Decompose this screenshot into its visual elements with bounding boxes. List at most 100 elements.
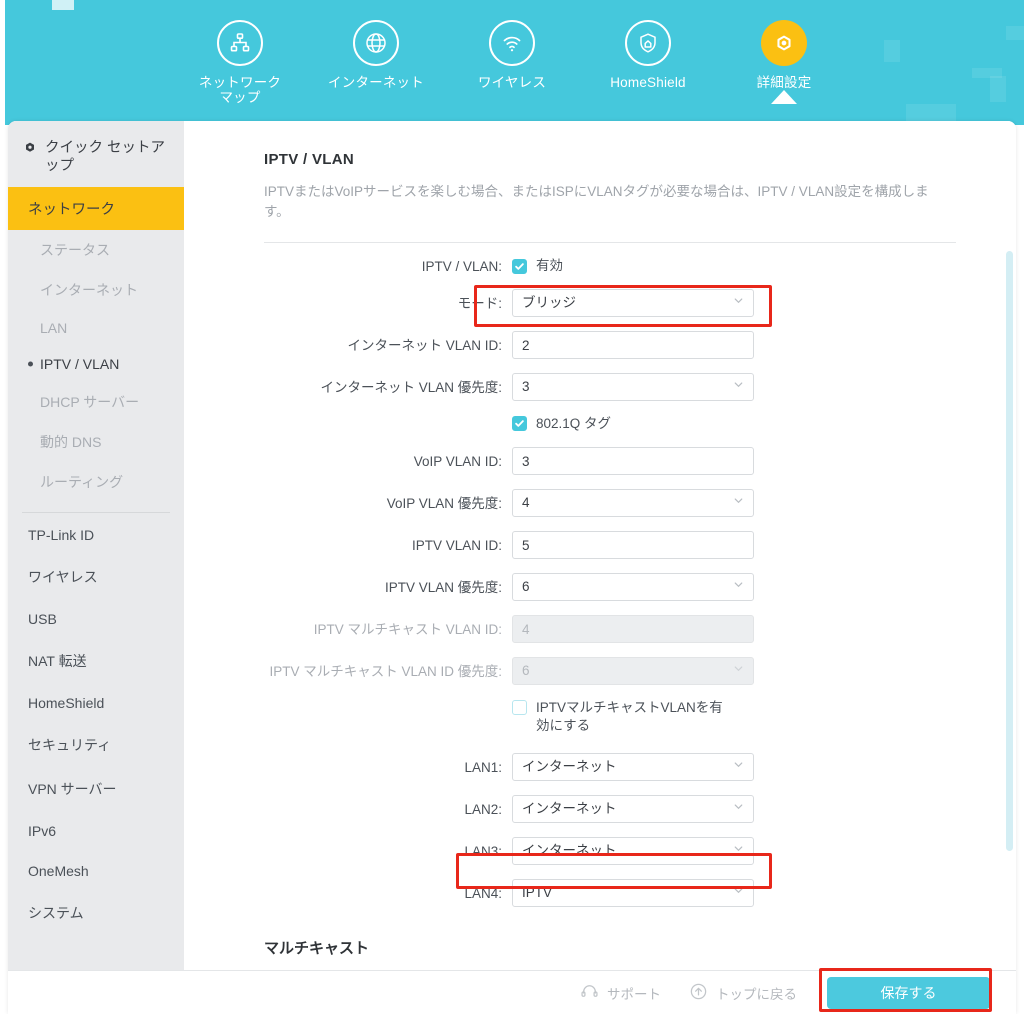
row-iptv-multicast-vlan-id: IPTV マルチキャスト VLAN ID: [264, 615, 956, 643]
lan2-value: インターネット [522, 801, 617, 816]
back-to-top-link[interactable]: トップに戻る [689, 982, 797, 1004]
sidebar-item-dhcp-server[interactable]: DHCP サーバー [8, 382, 184, 422]
sidebar-item-nat-forwarding[interactable]: NAT 転送 [8, 639, 184, 683]
iptv-multicast-enable-label: IPTVマルチキャストVLANを有効にする [536, 700, 723, 733]
lan3-select[interactable]: インターネット [512, 837, 754, 865]
content-divider [264, 242, 956, 243]
iptv-vlan-priority-select[interactable]: 6 [512, 573, 754, 601]
sidebar-item-quick-setup[interactable]: クイック セットアップ [8, 121, 184, 187]
dot1q-tag-checkbox[interactable] [512, 416, 527, 431]
internet-vlan-priority-value: 3 [522, 379, 530, 394]
row-voip-vlan-id: VoIP VLAN ID: [264, 447, 956, 475]
sidebar-item-wireless[interactable]: ワイヤレス [8, 555, 184, 599]
sidebar-item-routing[interactable]: ルーティング [8, 462, 184, 502]
field-label: モード: [457, 295, 502, 311]
row-iptv-vlan-enable: IPTV / VLAN: 有効 [264, 257, 956, 275]
row-lan1: LAN1: インターネット [264, 753, 956, 781]
lan4-select[interactable]: IPTV [512, 879, 754, 907]
field-label: LAN4: [464, 885, 502, 901]
row-dot1q-tag: 802.1Q タグ [264, 415, 956, 433]
sidebar-item-homeshield[interactable]: HomeShield [8, 683, 184, 723]
field-label: インターネット VLAN ID: [347, 337, 502, 353]
iptv-vlan-id-input[interactable] [512, 531, 754, 559]
save-button[interactable]: 保存する [827, 976, 990, 1009]
field-label: VoIP VLAN 優先度: [386, 495, 502, 511]
page-title: IPTV / VLAN [264, 151, 354, 168]
lan2-select[interactable]: インターネット [512, 795, 754, 823]
sidebar-item-network[interactable]: ネットワーク [8, 187, 184, 230]
field-label: IPTV マルチキャスト VLAN ID: [313, 621, 502, 637]
field-label: IPTV マルチキャスト VLAN ID 優先度: [269, 663, 502, 679]
sidebar-item-vpn-server[interactable]: VPN サーバー [8, 767, 184, 811]
gear-icon [761, 20, 807, 66]
field-label: IPTV VLAN 優先度: [384, 579, 502, 595]
row-iptv-vlan-priority: IPTV VLAN 優先度: 6 [264, 573, 956, 601]
internet-vlan-priority-select[interactable]: 3 [512, 373, 754, 401]
sidebar-item-usb[interactable]: USB [8, 599, 184, 639]
sidebar-sub-label: DHCP サーバー [40, 394, 140, 410]
dot1q-tag-checkbox-wrap[interactable]: 802.1Q タグ [512, 415, 611, 433]
sidebar-item-status[interactable]: ステータス [8, 230, 184, 270]
iptv-multicast-enable-wrap[interactable]: IPTVマルチキャストVLANを有効にする [512, 699, 726, 735]
support-link[interactable]: サポート [580, 982, 661, 1004]
field-label: LAN2: [464, 801, 502, 817]
scrollbar-thumb[interactable] [1006, 251, 1013, 851]
sidebar-item-security[interactable]: セキュリティ [8, 723, 184, 767]
nav-item-internet[interactable]: インターネット [308, 0, 444, 90]
support-label: サポート [607, 986, 661, 1002]
header-left-strip [0, 0, 5, 125]
network-map-icon [217, 20, 263, 66]
headset-icon [580, 982, 599, 1004]
row-voip-vlan-priority: VoIP VLAN 優先度: 4 [264, 489, 956, 517]
voip-vlan-id-input[interactable] [512, 447, 754, 475]
active-dot-icon [28, 361, 33, 367]
arrow-up-circle-icon [689, 982, 708, 1004]
page-footer: サポート トップに戻る 保存する [8, 970, 1016, 1014]
lan4-value: IPTV [522, 885, 553, 900]
sidebar-item-internet[interactable]: インターネット [8, 270, 184, 310]
back-to-top-label: トップに戻る [716, 986, 797, 1002]
page-description: IPTVまたはVoIPサービスを楽しむ場合、またはISPにVLANタグが必要な場… [264, 184, 929, 219]
nav-label: ネットワーク マップ [198, 75, 282, 105]
row-iptv-vlan-id: IPTV VLAN ID: [264, 531, 956, 559]
internet-vlan-id-input[interactable] [512, 331, 754, 359]
sidebar-sub-label: LAN [40, 320, 68, 336]
iptv-multicast-vlan-priority-value: 6 [522, 663, 530, 678]
sidebar-item-lan[interactable]: LAN [8, 310, 184, 346]
sidebar-item-system[interactable]: システム [8, 891, 184, 935]
lan1-select[interactable]: インターネット [512, 753, 754, 781]
mode-select[interactable]: ブリッジ [512, 289, 754, 317]
app-header: ネットワーク マップ インターネット ワイヤレス HomeShield 詳細設定 [0, 0, 1024, 125]
nav-item-homeshield[interactable]: HomeShield [580, 0, 716, 90]
sidebar-item-tplink-id[interactable]: TP-Link ID [8, 515, 184, 555]
nav-label: 詳細設定 [756, 75, 812, 90]
main-content: IPTV / VLAN IPTVまたはVoIPサービスを楽しむ場合、またはISP… [184, 121, 1016, 1014]
sidebar-item-ipv6[interactable]: IPv6 [8, 811, 184, 851]
sidebar-sub-label: 動的 DNS [40, 434, 102, 450]
sidebar-item-iptv-vlan[interactable]: IPTV / VLAN [8, 346, 184, 382]
iptv-multicast-enable-checkbox[interactable] [512, 700, 527, 715]
wifi-icon [489, 20, 535, 66]
mode-select-value: ブリッジ [522, 295, 576, 310]
page-card: クイック セットアップ ネットワーク ステータス インターネット LAN IPT… [8, 121, 1016, 1014]
sidebar-item-onemesh[interactable]: OneMesh [8, 851, 184, 891]
field-label: LAN1: [464, 759, 502, 775]
voip-vlan-priority-value: 4 [522, 495, 530, 510]
field-label: LAN3: [464, 843, 502, 859]
field-label: IPTV VLAN ID: [411, 537, 502, 553]
row-mode: モード: ブリッジ [264, 289, 956, 317]
nav-label: HomeShield [610, 75, 686, 90]
field-label: VoIP VLAN ID: [413, 453, 502, 469]
globe-icon [353, 20, 399, 66]
row-lan4: LAN4: IPTV [264, 879, 956, 907]
voip-vlan-priority-select[interactable]: 4 [512, 489, 754, 517]
sidebar-item-dynamic-dns[interactable]: 動的 DNS [8, 422, 184, 462]
nav-item-network-map[interactable]: ネットワーク マップ [172, 0, 308, 105]
nav-item-advanced-settings[interactable]: 詳細設定 [716, 0, 852, 104]
row-iptv-multicast-enable: IPTVマルチキャストVLANを有効にする [264, 699, 956, 735]
dot1q-tag-label: 802.1Q タグ [536, 416, 612, 431]
row-internet-vlan-priority: インターネット VLAN 優先度: 3 [264, 373, 956, 401]
nav-item-wireless[interactable]: ワイヤレス [444, 0, 580, 90]
iptv-vlan-enable-checkbox[interactable] [512, 259, 527, 274]
nav-active-caret [771, 90, 797, 104]
